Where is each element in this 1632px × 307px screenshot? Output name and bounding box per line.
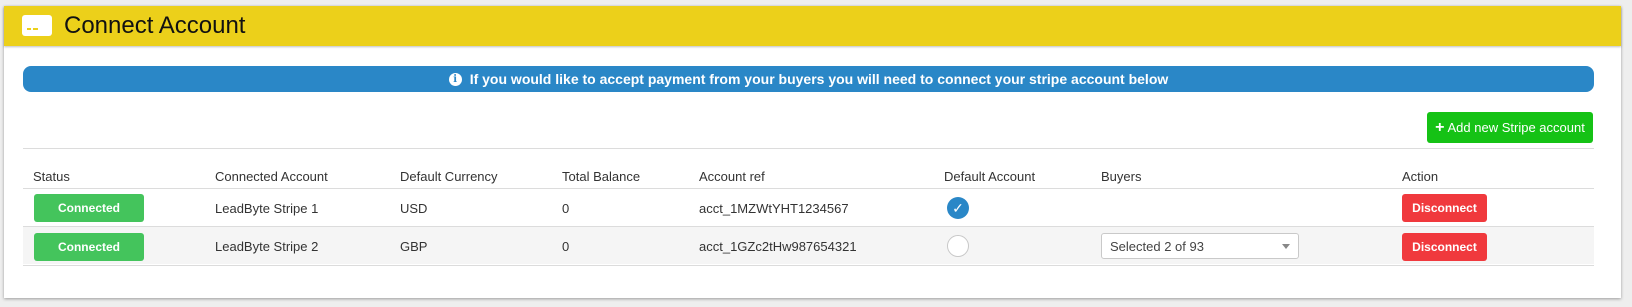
default-currency: USD bbox=[400, 201, 428, 216]
add-stripe-account-button[interactable]: + Add new Stripe account bbox=[1427, 112, 1593, 143]
col-header-action: Action bbox=[1402, 169, 1439, 184]
info-text: If you would like to accept payment from… bbox=[469, 71, 1169, 87]
panel-header: Connect Account bbox=[4, 6, 1621, 46]
col-header-default-account: Default Account bbox=[944, 169, 1036, 184]
connected-account-name: LeadByte Stripe 2 bbox=[215, 239, 319, 254]
account-ref: acct_1MZWtYHT1234567 bbox=[699, 201, 849, 216]
connect-account-panel: Connect Account i If you would like to a… bbox=[4, 6, 1621, 298]
account-ref: acct_1GZc2tHw987654321 bbox=[699, 239, 857, 254]
col-header-connected-account: Connected Account bbox=[215, 169, 328, 184]
table-bottom-divider bbox=[23, 265, 1594, 266]
default-currency: GBP bbox=[400, 239, 428, 254]
status-badge: Connected bbox=[34, 233, 144, 261]
card-icon bbox=[22, 15, 52, 36]
disconnect-button[interactable]: Disconnect bbox=[1402, 194, 1487, 222]
col-header-status: Status bbox=[33, 169, 70, 184]
buyers-select-value: Selected 2 of 93 bbox=[1110, 239, 1204, 254]
buyers-select[interactable]: Selected 2 of 93 bbox=[1101, 233, 1299, 259]
total-balance: 0 bbox=[562, 239, 570, 254]
col-header-account-ref: Account ref bbox=[699, 169, 765, 184]
status-badge: Connected bbox=[34, 194, 144, 222]
col-header-total-balance: Total Balance bbox=[562, 169, 641, 184]
page-title: Connect Account bbox=[64, 12, 246, 39]
info-banner: i If you would like to accept payment fr… bbox=[23, 66, 1594, 92]
col-header-default-currency: Default Currency bbox=[400, 169, 498, 184]
info-icon: i bbox=[448, 72, 462, 86]
default-account-radio-icon[interactable] bbox=[947, 235, 969, 257]
plus-icon: + bbox=[1435, 118, 1445, 136]
connected-account-name: LeadByte Stripe 1 bbox=[215, 201, 319, 216]
default-account-checked-icon[interactable]: ✓ bbox=[947, 197, 969, 219]
total-balance: 0 bbox=[562, 201, 570, 216]
col-header-buyers: Buyers bbox=[1101, 169, 1142, 184]
disconnect-button[interactable]: Disconnect bbox=[1402, 233, 1487, 261]
table-top-divider bbox=[23, 148, 1594, 149]
add-stripe-account-label: Add new Stripe account bbox=[1447, 120, 1585, 135]
chevron-down-icon bbox=[1282, 244, 1290, 249]
